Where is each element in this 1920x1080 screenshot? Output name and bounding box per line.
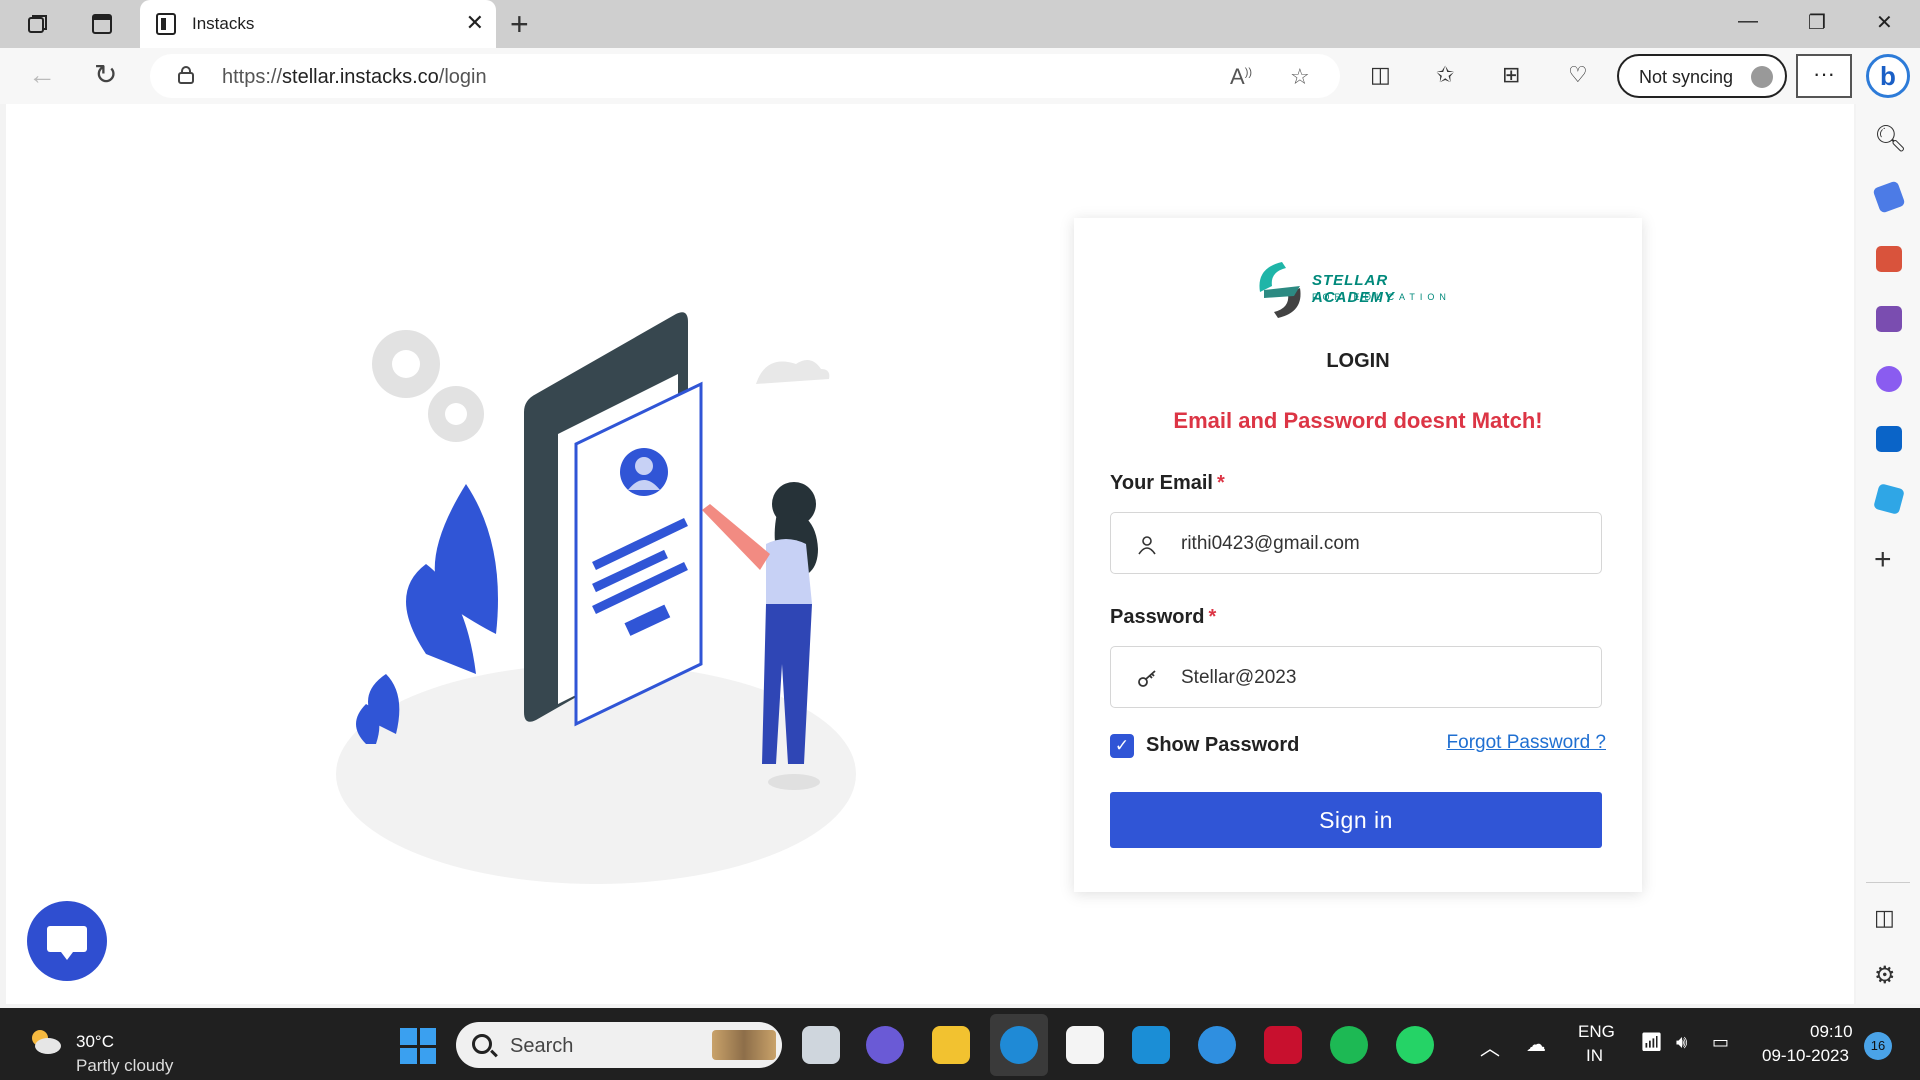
profile-sync-button[interactable]: Not syncing: [1617, 54, 1787, 98]
login-heading: LOGIN: [1326, 350, 1390, 372]
login-card: STELLAR ACADEMY FOR EDUCATION LOGIN Emai…: [1074, 218, 1642, 892]
search-label: Search: [510, 1035, 574, 1057]
notification-badge[interactable]: 16: [1864, 1032, 1892, 1060]
language-bottom[interactable]: IN: [1586, 1046, 1603, 1066]
weather-temp: 30°C: [76, 1032, 114, 1051]
required-marker: *: [1217, 472, 1225, 494]
edge-browser-icon[interactable]: [1000, 1026, 1038, 1064]
restore-icon[interactable]: ❐: [1808, 10, 1826, 35]
email-label: Your Email *: [1110, 472, 1225, 494]
page-content: STELLAR ACADEMY FOR EDUCATION LOGIN Emai…: [6, 104, 1854, 1004]
login-illustration: [336, 312, 856, 884]
tab-title: Instacks: [192, 14, 255, 33]
url-text[interactable]: https://stellar.instacks.co/login: [222, 66, 487, 89]
email-field[interactable]: [1110, 512, 1602, 574]
myhp-icon[interactable]: [1132, 1026, 1170, 1064]
sign-in-button[interactable]: Sign in: [1110, 792, 1602, 848]
tab-strip: Instacks ✕ + — ❐ ✕: [0, 0, 1920, 48]
forgot-password-link[interactable]: Forgot Password ?: [1447, 732, 1606, 754]
read-aloud-icon[interactable]: A)): [1230, 64, 1252, 90]
clock-time[interactable]: 09:10: [1810, 1022, 1853, 1042]
split-screen-icon[interactable]: ◫: [1370, 62, 1391, 88]
chat-bubble-icon: [47, 926, 87, 960]
sidebar-add-icon[interactable]: +: [1874, 545, 1892, 575]
get-help-icon[interactable]: [1198, 1026, 1236, 1064]
sidebar-search-icon[interactable]: 🔍︎: [1874, 124, 1907, 152]
show-password-checkbox[interactable]: ✓: [1110, 734, 1134, 758]
tab-close-icon[interactable]: ✕: [466, 10, 484, 36]
back-icon[interactable]: ←: [28, 60, 56, 90]
spotify-icon[interactable]: [1330, 1026, 1368, 1064]
brand-tagline: FOR EDUCATION: [1312, 292, 1451, 302]
settings-more-button[interactable]: ···: [1796, 54, 1852, 98]
browser-essentials-icon[interactable]: ♡: [1568, 62, 1588, 88]
error-message: Email and Password doesnt Match!: [1173, 408, 1543, 433]
sidebar-shopping-icon[interactable]: [1872, 180, 1906, 214]
stellar-logo-icon: [1259, 262, 1301, 318]
key-icon: [1138, 670, 1156, 687]
refresh-icon[interactable]: ↻: [94, 60, 117, 90]
required-marker: *: [1208, 606, 1217, 628]
search-highlight-image: [712, 1030, 776, 1060]
task-view-icon[interactable]: [802, 1026, 840, 1064]
sidebar-settings-icon[interactable]: ⚙: [1874, 962, 1896, 990]
sidebar-outlook-icon[interactable]: [1876, 426, 1902, 452]
chat-widget-button[interactable]: [27, 901, 107, 981]
sidebar-games-icon[interactable]: [1876, 306, 1902, 332]
password-label: Password *: [1110, 606, 1217, 628]
teams-chat-icon[interactable]: [866, 1026, 904, 1064]
user-icon: [1138, 536, 1156, 555]
mcafee-icon[interactable]: [1264, 1026, 1302, 1064]
edge-sidebar: 🔍︎ + ◫ ⚙: [1856, 104, 1920, 1004]
sidebar-divider: [1866, 882, 1910, 883]
stellar-academy-logo: STELLAR ACADEMY FOR EDUCATION: [1252, 252, 1472, 322]
lock-icon[interactable]: [178, 66, 194, 84]
windows-taskbar: 30°C Partly cloudy Search ︿ ☁ ENG IN 📶︎ …: [0, 1008, 1920, 1080]
site-favicon: [156, 13, 176, 35]
onedrive-icon[interactable]: ☁: [1526, 1032, 1546, 1057]
password-field[interactable]: [1110, 646, 1602, 708]
favorite-star-icon[interactable]: ☆: [1290, 64, 1310, 90]
search-icon: [472, 1034, 492, 1054]
battery-icon[interactable]: ▭: [1712, 1032, 1729, 1053]
taskbar-search[interactable]: Search: [456, 1022, 782, 1068]
minimize-icon[interactable]: —: [1738, 10, 1758, 33]
browser-toolbar: ← ↻ https://stellar.instacks.co/login A)…: [0, 48, 1920, 104]
sidebar-layout-icon[interactable]: ◫: [1874, 904, 1895, 932]
partly-cloudy-icon: [32, 1030, 61, 1054]
sidebar-drop-icon[interactable]: [1873, 483, 1905, 515]
email-input[interactable]: [1181, 527, 1581, 561]
sync-label: Not syncing: [1639, 67, 1734, 87]
new-tab-button[interactable]: +: [510, 6, 529, 42]
windows-start-icon[interactable]: [400, 1028, 436, 1064]
workspaces-icon[interactable]: [26, 12, 50, 36]
ms-store-icon[interactable]: [1066, 1026, 1104, 1064]
whatsapp-icon[interactable]: [1396, 1026, 1434, 1064]
window-close-icon[interactable]: ✕: [1876, 10, 1893, 35]
tab-actions-icon[interactable]: [90, 12, 114, 36]
collections-icon[interactable]: ⊞: [1502, 62, 1520, 88]
language-top[interactable]: ENG: [1578, 1022, 1615, 1042]
clock-date[interactable]: 09-10-2023: [1762, 1046, 1849, 1066]
volume-icon[interactable]: 🔊︎: [1676, 1032, 1687, 1053]
sidebar-tools-icon[interactable]: [1876, 246, 1902, 272]
weather-condition: Partly cloudy: [76, 1056, 174, 1075]
avatar: [1751, 66, 1773, 88]
wifi-icon[interactable]: 📶︎: [1640, 1032, 1663, 1053]
password-input[interactable]: [1181, 661, 1581, 695]
show-hidden-icons[interactable]: ︿: [1480, 1032, 1500, 1061]
file-explorer-icon[interactable]: [932, 1026, 970, 1064]
favorites-icon[interactable]: ✩: [1436, 62, 1454, 88]
browser-tab-active[interactable]: Instacks ✕: [140, 0, 496, 48]
bing-copilot-icon[interactable]: b: [1866, 54, 1910, 98]
sidebar-m365-icon[interactable]: [1876, 366, 1902, 392]
show-password-label[interactable]: Show Password: [1146, 734, 1299, 757]
address-bar[interactable]: https://stellar.instacks.co/login A)) ☆: [150, 54, 1340, 98]
